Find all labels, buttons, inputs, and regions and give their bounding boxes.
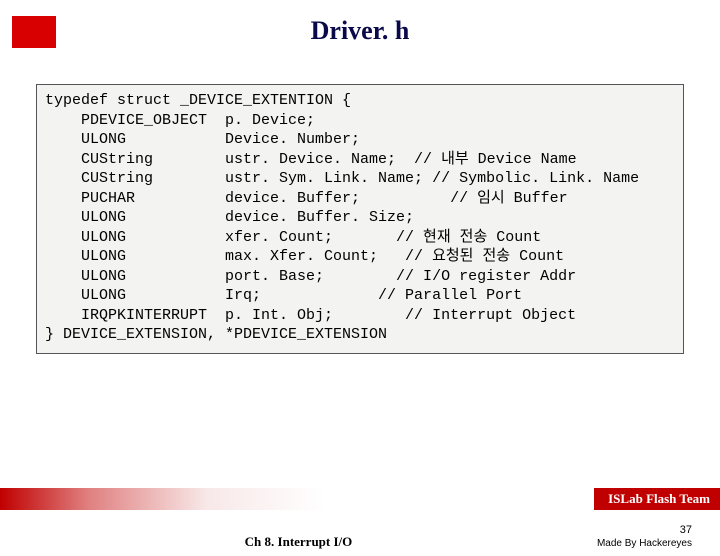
code-line: typedef struct _DEVICE_EXTENTION { xyxy=(45,91,675,111)
code-line: IRQPKINTERRUPT p. Int. Obj; // Interrupt… xyxy=(45,306,675,326)
code-line: ULONG Device. Number; xyxy=(45,130,675,150)
footer: Ch 8. Interrupt I/O 37 Made By Hackereye… xyxy=(0,523,720,550)
page-number: 37 xyxy=(597,523,692,537)
footer-gradient xyxy=(0,488,590,510)
code-line: ULONG port. Base; // I/O register Addr xyxy=(45,267,675,287)
code-line: PDEVICE_OBJECT p. Device; xyxy=(45,111,675,131)
code-line: ULONG device. Buffer. Size; xyxy=(45,208,675,228)
code-line: ULONG xfer. Count; // 현재 전송 Count xyxy=(45,228,675,248)
code-line: ULONG Irq; // Parallel Port xyxy=(45,286,675,306)
code-line: PUCHAR device. Buffer; // 임시 Buffer xyxy=(45,189,675,209)
page-title: Driver. h xyxy=(0,16,720,46)
code-container: typedef struct _DEVICE_EXTENTION { PDEVI… xyxy=(36,84,684,354)
chapter-label: Ch 8. Interrupt I/O xyxy=(0,534,597,550)
author-label: Made By Hackereyes xyxy=(597,537,692,550)
accent-block xyxy=(12,16,56,48)
code-line: ULONG max. Xfer. Count; // 요청된 전송 Count xyxy=(45,247,675,267)
code-line: } DEVICE_EXTENSION, *PDEVICE_EXTENSION xyxy=(45,325,675,345)
page-info: 37 Made By Hackereyes xyxy=(597,523,692,550)
code-line: CUString ustr. Device. Name; // 내부 Devic… xyxy=(45,150,675,170)
team-label: ISLab Flash Team xyxy=(594,488,720,510)
code-line: CUString ustr. Sym. Link. Name; // Symbo… xyxy=(45,169,675,189)
